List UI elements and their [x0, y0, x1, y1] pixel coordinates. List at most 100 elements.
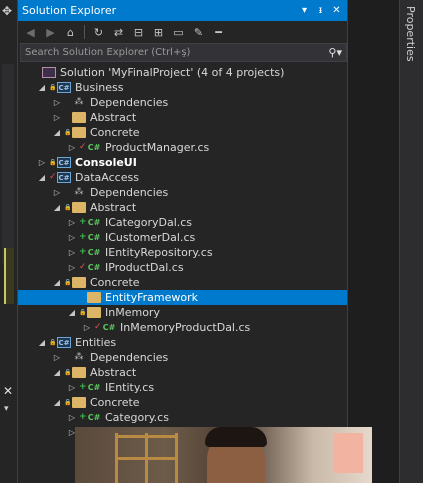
- tree-item[interactable]: Solution 'MyFinalProject' (4 of 4 projec…: [18, 65, 347, 80]
- home-icon[interactable]: ⌂: [62, 26, 79, 39]
- tree-item-label: InMemoryProductDal.cs: [120, 321, 251, 334]
- presenter-hair: [205, 427, 267, 447]
- expanded-arrow-icon[interactable]: ◢: [37, 80, 47, 95]
- collapsed-arrow-icon[interactable]: ▷: [82, 320, 92, 335]
- solution-explorer-titlebar[interactable]: Solution Explorer ▾ ᵻ ✕: [18, 0, 347, 21]
- tree-item[interactable]: ◢ ✓ C# DataAccess: [18, 170, 347, 185]
- tree-item[interactable]: ▷ + C# ICustomerDal.cs: [18, 230, 347, 245]
- collapsed-arrow-icon[interactable]: ▷: [67, 410, 77, 425]
- tree-item[interactable]: ◢ 🔒 C# Business: [18, 80, 347, 95]
- collapsed-arrow-icon[interactable]: ▷: [52, 350, 62, 365]
- tree-item[interactable]: ◢ 🔒 Abstract: [18, 200, 347, 215]
- csharp-file-icon: C#: [87, 218, 101, 227]
- folder-icon: [87, 292, 101, 303]
- search-icon[interactable]: ⚲▾: [328, 46, 342, 59]
- csharp-file-icon: C#: [102, 323, 116, 332]
- close-icon[interactable]: ✕: [3, 384, 13, 398]
- collapsed-arrow-icon[interactable]: ▷: [67, 260, 77, 275]
- tree-item-label: Solution 'MyFinalProject' (4 of 4 projec…: [60, 66, 285, 79]
- tree-item[interactable]: ▷ 🔒 C# ConsoleUI: [18, 155, 347, 170]
- tree-item-label: Concrete: [90, 276, 140, 289]
- dropdown-arrow-icon[interactable]: ▾: [4, 404, 9, 414]
- tree-item[interactable]: ◢ 🔒 Concrete: [18, 275, 347, 290]
- checked-out-icon: ✓: [49, 172, 57, 182]
- tree-item[interactable]: ◢ 🔒 C# Entities: [18, 335, 347, 350]
- tree-item[interactable]: ▷ + C# IEntityRepository.cs: [18, 245, 347, 260]
- collapsed-arrow-icon[interactable]: ▷: [37, 155, 47, 170]
- move-cross-icon[interactable]: ✥: [2, 4, 12, 18]
- collapsed-arrow-icon[interactable]: ▷: [52, 110, 62, 125]
- csharp-file-icon: C#: [87, 413, 101, 422]
- tree-item[interactable]: ▷ ✓ C# ProductManager.cs: [18, 140, 347, 155]
- shelf-board: [115, 435, 178, 438]
- expanded-arrow-icon[interactable]: ◢: [52, 200, 62, 215]
- collapse-all-icon[interactable]: ⊞: [150, 26, 167, 39]
- search-input[interactable]: [25, 47, 329, 58]
- tree-item-label: Dependencies: [90, 351, 169, 364]
- panel-title: Solution Explorer: [22, 4, 117, 17]
- source-control-lock-icon: 🔒: [64, 279, 72, 286]
- tree-item[interactable]: ▷ ⁂ Dependencies: [18, 95, 347, 110]
- tree-item-label: IEntity.cs: [105, 381, 155, 394]
- tree-item[interactable]: ▷ + C# Category.cs: [18, 410, 347, 425]
- tree-item[interactable]: ◢ 🔒 Concrete: [18, 395, 347, 410]
- close-icon[interactable]: ✕: [330, 5, 343, 16]
- editor-scrollbar[interactable]: [2, 64, 14, 264]
- folder-icon: [72, 202, 86, 213]
- source-control-lock-icon: 🔒: [64, 369, 72, 376]
- tree-item-label: IProductDal.cs: [105, 261, 184, 274]
- back-icon[interactable]: ◀: [22, 26, 39, 39]
- expanded-arrow-icon[interactable]: ◢: [52, 275, 62, 290]
- tree-item[interactable]: ▷ ✓ C# IProductDal.cs: [18, 260, 347, 275]
- collapsed-arrow-icon[interactable]: ▷: [67, 380, 77, 395]
- properties-tab[interactable]: Properties: [403, 6, 417, 62]
- checked-out-icon: ✓: [79, 262, 87, 272]
- pin-icon[interactable]: ᵻ: [314, 5, 327, 16]
- properties-wrench-icon[interactable]: ✎: [190, 26, 207, 39]
- tree-item-label: Abstract: [90, 111, 137, 124]
- collapsed-arrow-icon[interactable]: ▷: [52, 95, 62, 110]
- tree-item[interactable]: ◢ 🔒 InMemory: [18, 305, 347, 320]
- pending-changes-icon[interactable]: ⊟: [130, 26, 147, 39]
- tree-item[interactable]: ◢ 🔒 Abstract: [18, 365, 347, 380]
- tree-item[interactable]: ▷ ✓ C# InMemoryProductDal.cs: [18, 320, 347, 335]
- tree-item[interactable]: ◢ 🔒 Concrete: [18, 125, 347, 140]
- expanded-arrow-icon[interactable]: ◢: [52, 125, 62, 140]
- solution-icon: [42, 67, 56, 78]
- collapsed-arrow-icon[interactable]: ▷: [67, 215, 77, 230]
- added-file-icon: +: [79, 247, 87, 257]
- expanded-arrow-icon[interactable]: ◢: [52, 365, 62, 380]
- folder-icon: [72, 277, 86, 288]
- collapsed-arrow-icon[interactable]: ▷: [52, 185, 62, 200]
- expanded-arrow-icon[interactable]: ◢: [37, 335, 47, 350]
- expanded-arrow-icon[interactable]: ◢: [37, 170, 47, 185]
- tree-item[interactable]: ▷ ⁂ Dependencies: [18, 350, 347, 365]
- folder-icon: [72, 367, 86, 378]
- collapsed-arrow-icon[interactable]: ▷: [67, 140, 77, 155]
- tree-item[interactable]: EntityFramework: [18, 290, 347, 305]
- folder-icon: [72, 112, 86, 123]
- collapsed-arrow-icon[interactable]: ▷: [67, 230, 77, 245]
- checked-out-icon: ✓: [79, 142, 87, 152]
- expanded-arrow-icon[interactable]: ◢: [67, 305, 77, 320]
- csharp-file-icon: C#: [87, 233, 101, 242]
- show-all-files-icon[interactable]: ▭: [170, 26, 187, 39]
- preview-icon[interactable]: ━: [210, 26, 227, 39]
- collapsed-arrow-icon[interactable]: ▷: [67, 245, 77, 260]
- csharp-file-icon: C#: [87, 143, 101, 152]
- source-control-lock-icon: 🔒: [79, 309, 87, 316]
- tree-item[interactable]: ▷ Abstract: [18, 110, 347, 125]
- folder-icon: [72, 397, 86, 408]
- expanded-arrow-icon[interactable]: ◢: [52, 395, 62, 410]
- background-frame: [333, 433, 363, 473]
- dependencies-icon: ⁂: [74, 352, 84, 362]
- tree-item[interactable]: ▷ + C# ICategoryDal.cs: [18, 215, 347, 230]
- tree-item[interactable]: ▷ + C# IEntity.cs: [18, 380, 347, 395]
- switch-views-icon[interactable]: ⇄: [110, 26, 127, 39]
- forward-icon[interactable]: ▶: [42, 26, 59, 39]
- sync-icon[interactable]: ↻: [90, 26, 107, 39]
- editor-change-marker: [4, 248, 14, 304]
- window-position-icon[interactable]: ▾: [298, 5, 311, 16]
- tree-item-label: Dependencies: [90, 96, 169, 109]
- tree-item[interactable]: ▷ ⁂ Dependencies: [18, 185, 347, 200]
